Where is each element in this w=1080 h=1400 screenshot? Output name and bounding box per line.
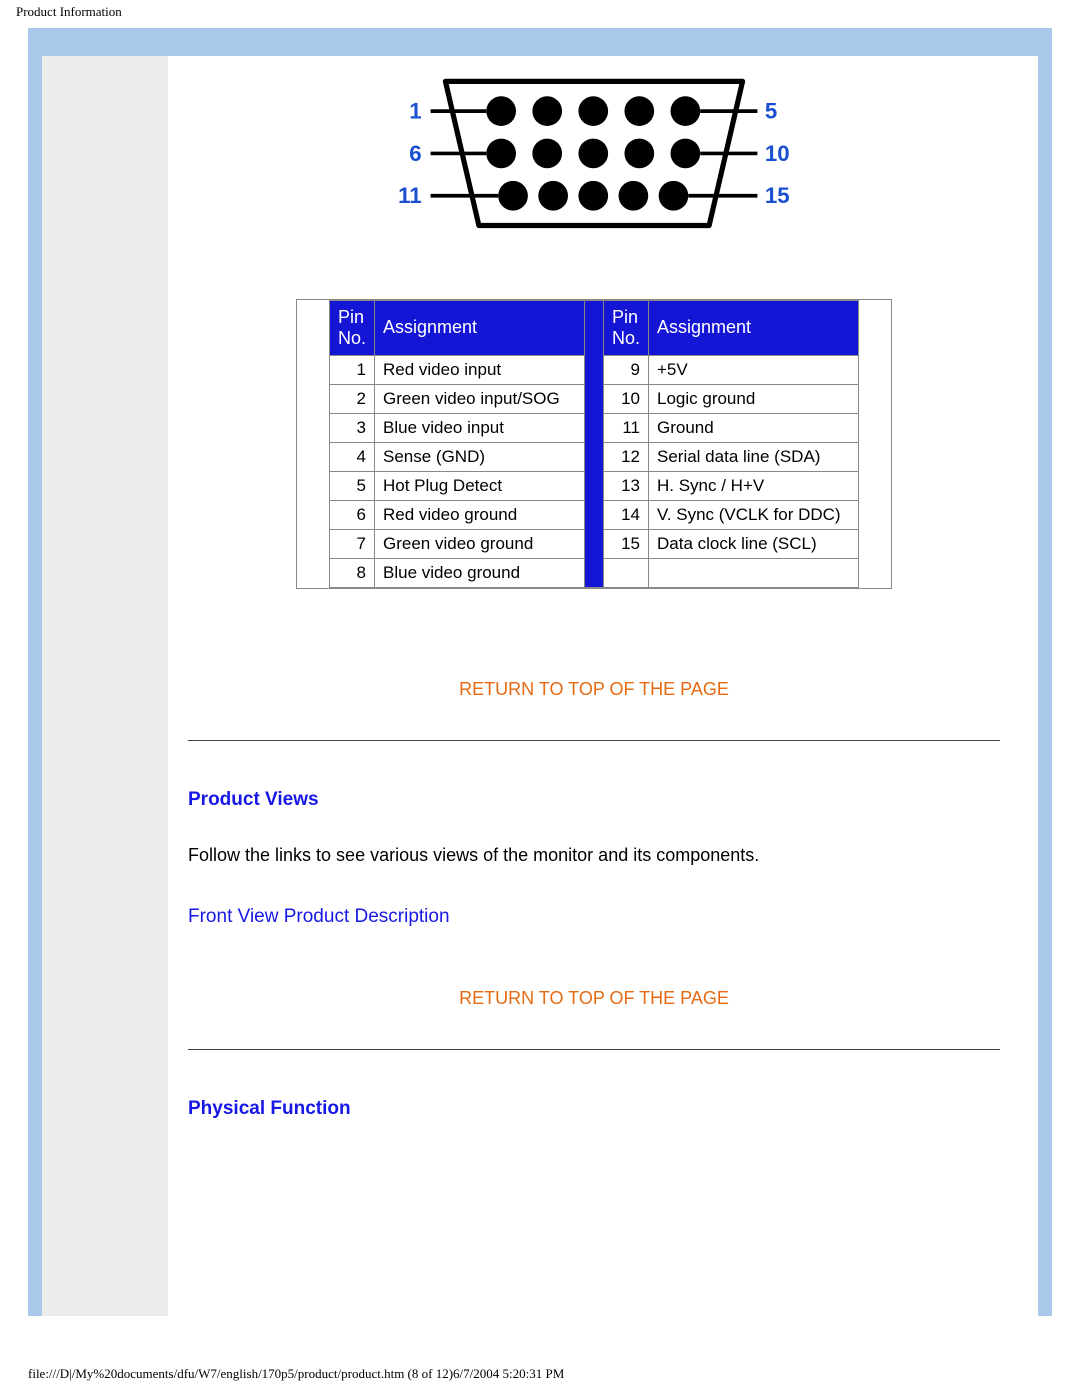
product-views-heading: Product Views bbox=[188, 789, 1000, 811]
pin-table-left: Pin No. Assignment 1Red video input 2Gre… bbox=[329, 300, 585, 588]
table-row: 2Green video input/SOG bbox=[330, 384, 585, 413]
front-view-product-description-link[interactable]: Front View Product Description bbox=[188, 906, 1000, 928]
table-row: 4Sense (GND) bbox=[330, 442, 585, 471]
diagram-label-1: 1 bbox=[409, 99, 421, 124]
diagram-label-15: 15 bbox=[765, 183, 790, 208]
table-row: 6Red video ground bbox=[330, 500, 585, 529]
frame-rightbar bbox=[1038, 56, 1052, 1316]
table-row: 5Hot Plug Detect bbox=[330, 471, 585, 500]
diagram-label-6: 6 bbox=[409, 141, 421, 166]
page-title: Product Information bbox=[0, 0, 1080, 20]
header-assignment: Assignment bbox=[649, 300, 859, 355]
table-row bbox=[604, 558, 859, 587]
header-pin-no: Pin No. bbox=[330, 300, 375, 355]
table-header-row: Pin No. Assignment bbox=[330, 300, 585, 355]
table-row: 9+5V bbox=[604, 355, 859, 384]
table-row: 1Red video input bbox=[330, 355, 585, 384]
table-row: 3Blue video input bbox=[330, 413, 585, 442]
diagram-label-11: 11 bbox=[398, 183, 422, 208]
pin-table-right: Pin No. Assignment 9+5V 10Logic ground 1… bbox=[603, 300, 859, 588]
content-frame: 1 6 11 5 10 15 Pin No. Assignment 1Red v… bbox=[28, 28, 1052, 1316]
table-row: 14V. Sync (VCLK for DDC) bbox=[604, 500, 859, 529]
table-row: 11Ground bbox=[604, 413, 859, 442]
connector-diagram: 1 6 11 5 10 15 bbox=[334, 68, 854, 239]
frame-topbar bbox=[28, 28, 1052, 56]
table-spacer bbox=[585, 300, 603, 588]
table-row: 7Green video ground bbox=[330, 529, 585, 558]
diagram-label-5: 5 bbox=[765, 99, 777, 124]
table-row: 13H. Sync / H+V bbox=[604, 471, 859, 500]
diagram-label-10: 10 bbox=[765, 141, 790, 166]
section-divider bbox=[188, 1049, 1000, 1050]
table-row: 12Serial data line (SDA) bbox=[604, 442, 859, 471]
return-to-top-link[interactable]: RETURN TO TOP OF THE PAGE bbox=[188, 679, 1000, 700]
section-divider bbox=[188, 740, 1000, 741]
table-row: 15Data clock line (SCL) bbox=[604, 529, 859, 558]
main-content: 1 6 11 5 10 15 Pin No. Assignment 1Red v… bbox=[168, 56, 1038, 1316]
table-header-row: Pin No. Assignment bbox=[604, 300, 859, 355]
pin-assignment-tables: Pin No. Assignment 1Red video input 2Gre… bbox=[296, 299, 892, 589]
header-pin-no: Pin No. bbox=[604, 300, 649, 355]
header-assignment: Assignment bbox=[375, 300, 585, 355]
frame-leftbar bbox=[28, 56, 42, 1316]
product-views-body: Follow the links to see various views of… bbox=[188, 845, 1000, 866]
footer-file-path: file:///D|/My%20documents/dfu/W7/english… bbox=[0, 1316, 1080, 1400]
frame-leftgutter bbox=[42, 56, 168, 1316]
table-row: 8Blue video ground bbox=[330, 558, 585, 587]
return-to-top-link[interactable]: RETURN TO TOP OF THE PAGE bbox=[188, 988, 1000, 1009]
physical-function-heading: Physical Function bbox=[188, 1098, 1000, 1120]
table-row: 10Logic ground bbox=[604, 384, 859, 413]
